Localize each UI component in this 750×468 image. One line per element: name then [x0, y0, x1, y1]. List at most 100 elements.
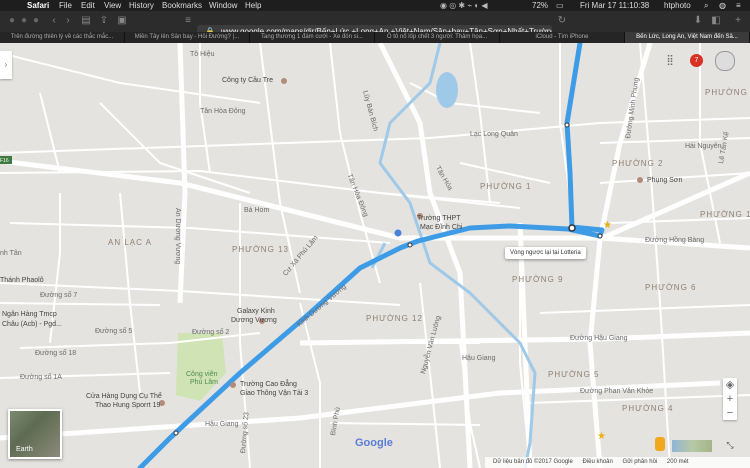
status-icons: ◉ ◎ ✱ ⌁ ◐ ◀: [440, 1, 488, 10]
app-menu-safari[interactable]: Safari: [27, 0, 49, 11]
label-cua-hang: Cửa Hàng Dụng Cụ Thể: [86, 393, 162, 400]
route-waypoint-4: [407, 242, 413, 248]
window-minimize-icon[interactable]: ●: [18, 15, 30, 27]
notification-center-icon[interactable]: ≡: [736, 0, 741, 11]
star-marker-2: ★: [597, 431, 606, 442]
scale-label[interactable]: 200 mét: [667, 459, 689, 465]
siri-icon[interactable]: ◍: [719, 0, 726, 11]
extension-icon[interactable]: ◧: [710, 15, 722, 27]
label-hau-giang-2: Hậu Giang: [205, 421, 239, 428]
collapse-panel-button[interactable]: ›: [0, 51, 12, 79]
label-ba-hom: Bà Hom: [244, 207, 270, 214]
label-phuong-9: PHƯỜNG 9: [512, 275, 564, 284]
label-phuong-13: PHƯỜNG 13: [232, 245, 289, 254]
menu-window[interactable]: Window: [209, 0, 237, 11]
notifications-badge[interactable]: 7: [690, 54, 703, 67]
clock[interactable]: Fri Mar 17 11:10:38: [580, 0, 649, 11]
account-avatar[interactable]: [715, 51, 735, 71]
zoom-in-button[interactable]: +: [723, 392, 737, 406]
menu-bookmarks[interactable]: Bookmarks: [162, 0, 202, 11]
route-callout[interactable]: Vòng ngược lại tại Lotteria: [505, 247, 586, 259]
battery-icon[interactable]: ▭: [556, 0, 564, 11]
label-chau-acb: Châu (Acb) - Pgd...: [2, 321, 62, 328]
tab-2[interactable]: Miền Tây lên Sân bay - Hỏi Đường? |...: [125, 32, 250, 43]
label-duong-so-1a: Đường số 1A: [20, 374, 62, 381]
zoom-control: ◈ + −: [723, 378, 737, 420]
tab-3[interactable]: Tang thương 1 đám cưới - Xe đón si...: [250, 32, 375, 43]
new-tab-icon[interactable]: +: [732, 15, 744, 27]
attribution-terms[interactable]: Điều khoản: [583, 459, 613, 465]
label-cong-ty-cau-tre: Công ty Cầu Tre: [222, 77, 273, 84]
expand-icon[interactable]: ⤡: [724, 440, 736, 452]
label-ngan-hang: Ngân Hàng Tmcp: [2, 311, 57, 318]
label-phuong-5: PHƯỜNG 5: [548, 370, 600, 379]
share-icon[interactable]: ⇪: [98, 15, 110, 27]
menu-file[interactable]: File: [59, 0, 72, 11]
macos-menubar: Safari File Edit View History Bookmarks …: [0, 0, 750, 11]
label-phung-son: Phụng Sơn: [647, 177, 683, 184]
label-duong-hau-giang: Đường Hậu Giang: [570, 335, 628, 342]
label-to-hieu: Tô Hiệu: [190, 51, 215, 58]
window-close-icon[interactable]: ●: [6, 15, 18, 27]
tabs-overview-icon[interactable]: ▣: [116, 15, 128, 27]
label-thanh-phaolo: Thánh Phaolô: [0, 277, 44, 284]
spotlight-icon[interactable]: ⌕: [704, 0, 708, 11]
tab-6-active[interactable]: Bến Lức, Long An, Việt Nam đến Sâ...: [625, 32, 750, 43]
zoom-out-button[interactable]: −: [723, 406, 737, 420]
reload-icon[interactable]: ↻: [556, 15, 568, 27]
poi-marker-cao-dang: [230, 382, 236, 388]
tab-4[interactable]: Ô tô nổ lốp chết 3 người: Thảm họa...: [375, 32, 500, 43]
battery-percent: 72%: [532, 1, 549, 10]
label-lac-long-quan: Lạc Long Quân: [470, 131, 518, 138]
user-name[interactable]: htphoto: [664, 0, 691, 11]
forward-icon[interactable]: ›: [62, 15, 74, 27]
label-mac-dinh-chi: Mạc Đĩnh Chi: [420, 224, 463, 231]
label-truong-thpt: Trường THPT: [417, 215, 461, 222]
menu-history[interactable]: History: [129, 0, 154, 11]
route-callout-text: Vòng ngược lại tại Lotteria: [510, 250, 581, 256]
star-marker-1: ★: [603, 220, 612, 231]
label-highway-shield: F16: [0, 158, 9, 164]
label-cong-vien: Công viên: [186, 371, 218, 378]
label-phuong-8: PHƯỜNG 8: [705, 88, 750, 97]
apps-grid-icon[interactable]: ⣿: [664, 55, 676, 67]
map-attribution: Dữ liệu bản đồ ©2017 Google Điều khoản G…: [485, 457, 750, 468]
attribution-data: Dữ liệu bản đồ ©2017 Google: [493, 459, 573, 465]
downloads-icon[interactable]: ⬇: [692, 15, 704, 27]
label-giao-thong: Giao Thông Vận Tải 3: [240, 390, 309, 397]
window-zoom-icon[interactable]: ●: [30, 15, 42, 27]
poi-marker-cau-tre: [281, 78, 287, 84]
label-phuong-16: PHƯỜNG 16: [700, 210, 750, 219]
label-phuong-1: PHƯỜNG 1: [480, 182, 532, 191]
compass-icon[interactable]: ◈: [723, 378, 737, 392]
label-phuong-6: PHƯỜNG 6: [645, 283, 697, 292]
label-phuong-2: PHƯỜNG 2: [612, 159, 664, 168]
menu-view[interactable]: View: [104, 0, 121, 11]
poi-marker-phung-son: [637, 177, 643, 183]
sidebar-icon[interactable]: ▤: [80, 15, 92, 27]
imagery-thumbnails[interactable]: [672, 440, 712, 452]
label-truong-cao-dang: Trường Cao Đẳng: [240, 381, 297, 388]
label-duong-so-5: Đường số 5: [95, 328, 133, 335]
label-an-duong-vuong: An Dương Vương: [174, 208, 181, 265]
label-phuong-4: PHƯỜNG 4: [622, 404, 674, 413]
attribution-feedback[interactable]: Gửi phản hồi: [623, 459, 658, 465]
back-icon[interactable]: ‹: [48, 15, 60, 27]
menu-help[interactable]: Help: [245, 0, 261, 11]
label-duong-phan-van-khoe: Đường Phan Văn Khỏe: [580, 388, 654, 395]
notifications-count: 7: [694, 57, 699, 64]
tab-5[interactable]: iCloud - Tìm iPhone: [500, 32, 625, 43]
reader-icon[interactable]: ≡: [182, 15, 194, 27]
label-nh-tan: nh Tân: [0, 250, 22, 257]
label-tan-hoa-dong: Tân Hòa Đông: [200, 108, 246, 115]
label-duong-so-18: Đường số 18: [35, 350, 77, 357]
label-galaxy: Galaxy Kinh: [237, 308, 275, 315]
menu-edit[interactable]: Edit: [81, 0, 95, 11]
map-canvas[interactable]: ★ ★ PHƯỜNG 1 PHƯỜNG 2 PHƯỜNG 8 PHƯỜNG 16…: [0, 43, 750, 468]
earth-view-toggle[interactable]: Earth: [8, 409, 62, 459]
label-phu-lam: Phú Lâm: [190, 379, 219, 386]
tab-1[interactable]: Trên đường thiên lý về các thắc mắc...: [0, 32, 125, 43]
label-hau-giang: Hậu Giang: [462, 355, 496, 362]
pegman-icon[interactable]: [655, 437, 665, 451]
label-duong-so-7: Đường số 7: [40, 292, 78, 299]
